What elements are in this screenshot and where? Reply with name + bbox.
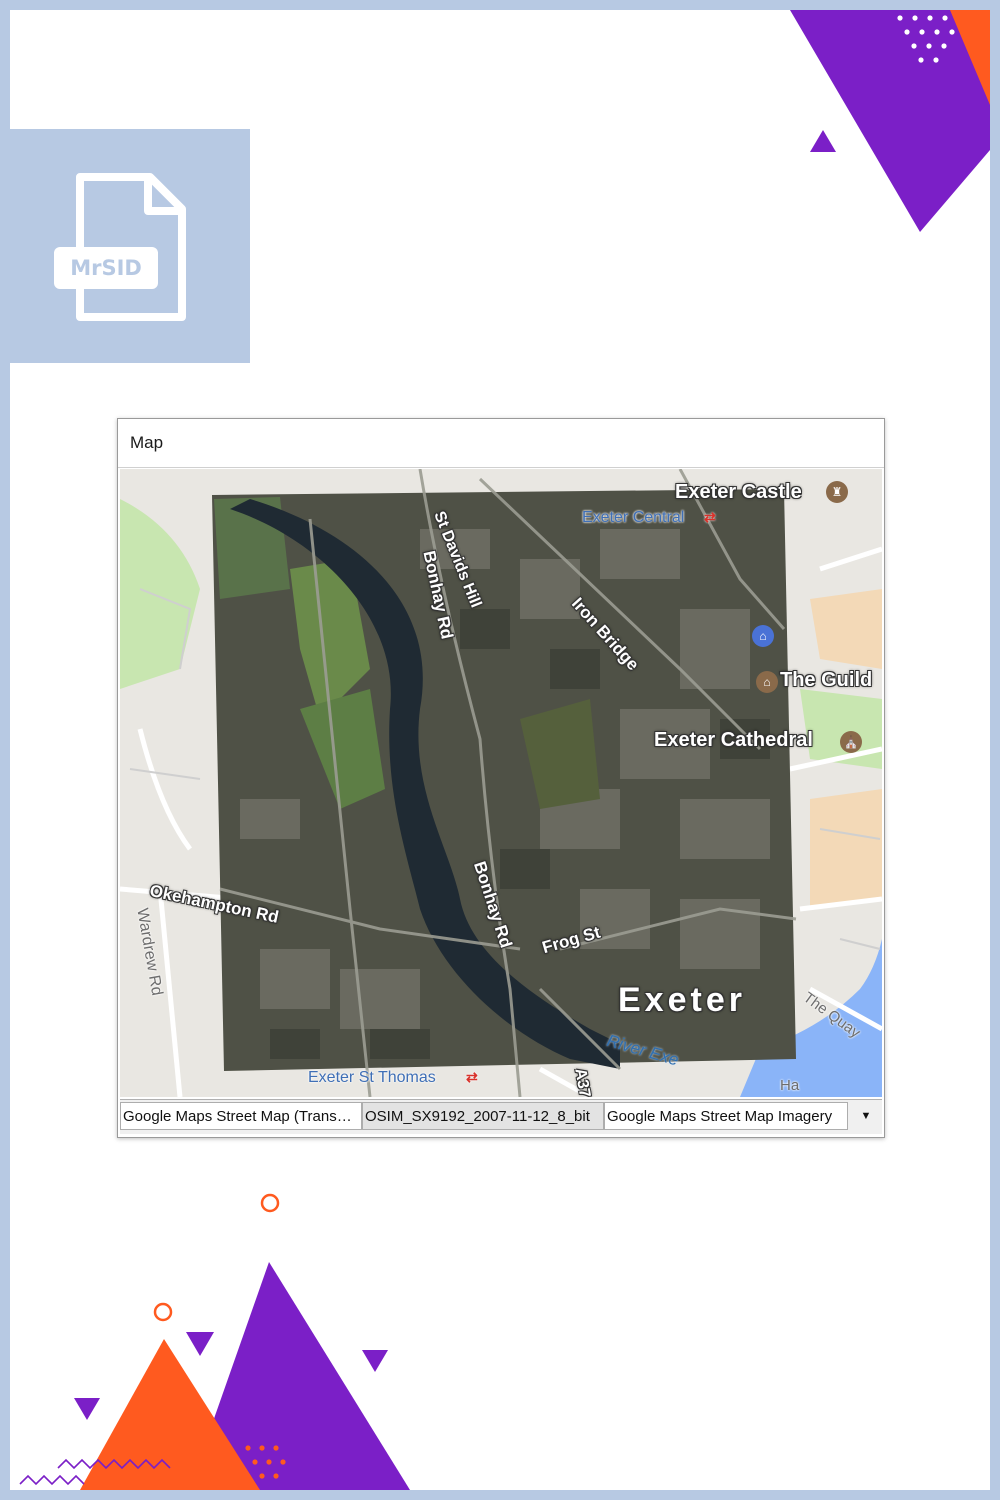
rail-station-icon[interactable]: ⇄ xyxy=(704,509,716,526)
layer-tab-google-street-imagery[interactable]: Google Maps Street Map Imagery xyxy=(604,1102,848,1130)
rail-station-icon-st-thomas[interactable]: ⇄ xyxy=(466,1069,478,1086)
map-window: Map Exeter Castle ♜ Exeter Central ⇄ St … xyxy=(117,418,885,1138)
label-exeter-st-thomas: Exeter St Thomas xyxy=(308,1069,436,1086)
map-window-titlebar: Map xyxy=(118,419,884,468)
label-exeter-castle: Exeter Castle xyxy=(675,481,802,503)
map-canvas[interactable]: Exeter Castle ♜ Exeter Central ⇄ St Davi… xyxy=(120,469,882,1097)
castle-icon[interactable]: ♜ xyxy=(826,481,848,503)
map-window-title: Map xyxy=(130,433,164,452)
museum-icon[interactable]: ⌂ xyxy=(752,625,774,647)
dropdown-arrow-icon[interactable]: ▼ xyxy=(852,1102,880,1130)
layer-tab-bar: Google Maps Street Map (Transparent) OSI… xyxy=(120,1099,882,1134)
bottom-left-decoration xyxy=(19,1193,410,1490)
cathedral-icon[interactable]: ⛪ xyxy=(840,731,862,753)
label-exeter-cathedral: Exeter Cathedral xyxy=(654,729,813,751)
theatre-icon[interactable]: ⌂ xyxy=(756,671,778,693)
mrsid-file-badge: MrSID xyxy=(10,129,250,363)
layer-tab-google-street-transparent[interactable]: Google Maps Street Map (Transparent) xyxy=(120,1102,362,1130)
label-the-guild: The Guild xyxy=(780,669,873,691)
file-type-label: MrSID xyxy=(70,256,142,280)
page-card: MrSID Map Exeter Castle ♜ Exeter Central… xyxy=(10,10,990,1490)
label-exeter: Exeter xyxy=(618,981,746,1019)
label-exeter-central: Exeter Central xyxy=(582,509,685,526)
top-right-decoration xyxy=(790,10,990,232)
label-ha: Ha xyxy=(780,1077,800,1094)
layer-tab-osim[interactable]: OSIM_SX9192_2007-11-12_8_bit xyxy=(362,1102,604,1130)
file-icon xyxy=(54,173,186,321)
map-imagery xyxy=(120,469,882,1097)
